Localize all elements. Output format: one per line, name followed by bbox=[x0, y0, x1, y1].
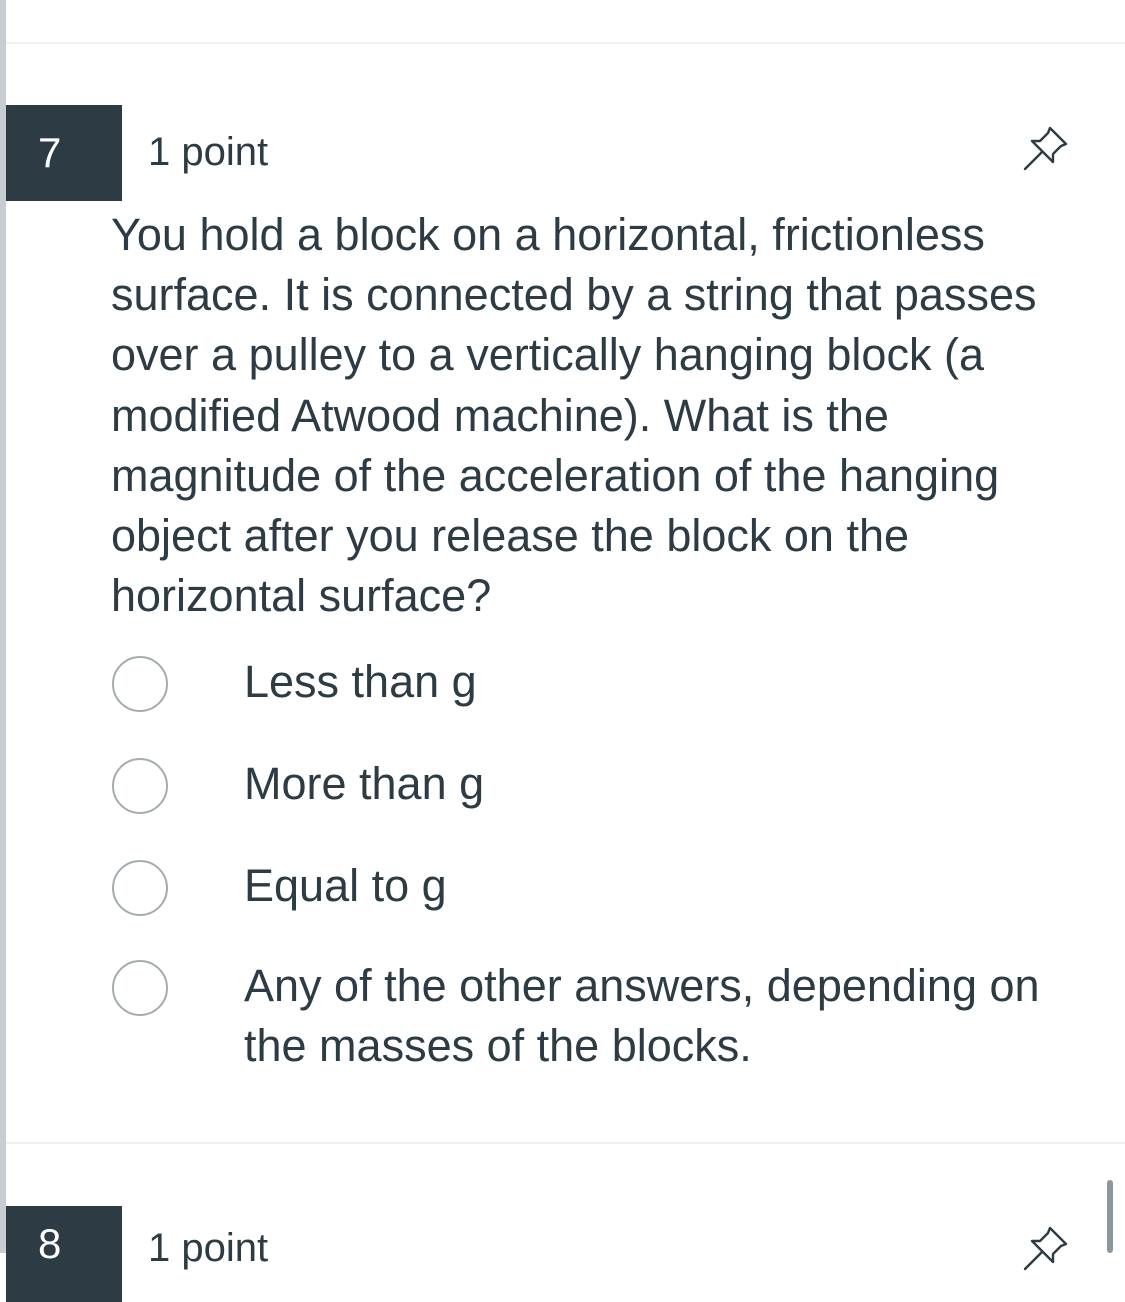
radio-button[interactable] bbox=[112, 860, 168, 916]
question-text: You hold a block on a horizontal, fricti… bbox=[111, 209, 1037, 622]
scrollbar-thumb[interactable] bbox=[1107, 1180, 1113, 1253]
pin-icon[interactable] bbox=[1020, 1222, 1072, 1274]
question-points: 1 point bbox=[148, 130, 269, 174]
answer-label: Any of the other answers, depending on t… bbox=[244, 960, 1040, 1071]
radio-button[interactable] bbox=[112, 758, 168, 814]
answer-option[interactable]: More than g bbox=[112, 754, 1112, 856]
answer-option[interactable]: Equal to g bbox=[112, 856, 1112, 956]
question-number-badge: 7 bbox=[6, 105, 122, 201]
question-divider bbox=[6, 1142, 1125, 1144]
answer-option[interactable]: Any of the other answers, depending on t… bbox=[112, 956, 1112, 1086]
answer-list: Less than g More than g Equal to g Any o… bbox=[112, 652, 1112, 1086]
answer-label: Less than g bbox=[244, 656, 477, 707]
radio-button[interactable] bbox=[112, 656, 168, 712]
question-points: 1 point bbox=[148, 1226, 269, 1270]
answer-option[interactable]: Less than g bbox=[112, 652, 1112, 754]
answer-label: Equal to g bbox=[244, 860, 447, 911]
pin-icon[interactable] bbox=[1020, 122, 1072, 174]
question-divider bbox=[6, 42, 1125, 44]
answer-label: More than g bbox=[244, 758, 485, 809]
question-number-badge: 8 bbox=[6, 1206, 122, 1302]
radio-button[interactable] bbox=[112, 960, 168, 1016]
